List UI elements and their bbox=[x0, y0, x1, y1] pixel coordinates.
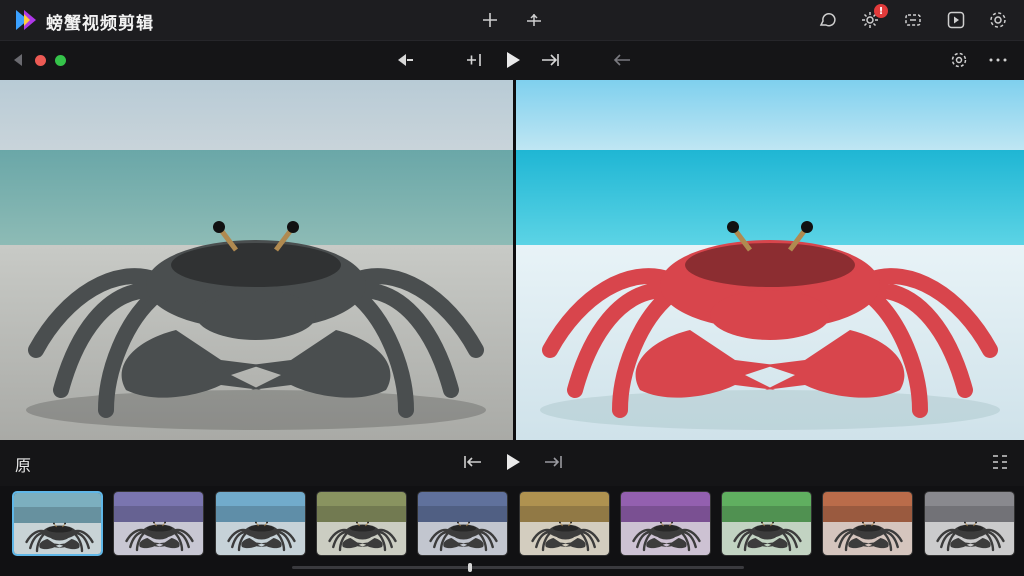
play-icon[interactable] bbox=[503, 49, 523, 71]
app-logo-icon bbox=[14, 8, 38, 32]
filter-thumbnail-3[interactable] bbox=[214, 491, 306, 556]
window-close-button[interactable] bbox=[35, 55, 46, 66]
filter-thumbnail-8[interactable] bbox=[721, 491, 813, 556]
next-frame-icon[interactable] bbox=[539, 50, 561, 70]
rewind-icon[interactable] bbox=[462, 452, 484, 472]
chat-icon[interactable] bbox=[816, 9, 838, 31]
filtered-preview[interactable] bbox=[516, 80, 1024, 440]
filter-scrollbar-thumb[interactable] bbox=[468, 563, 473, 572]
undo-icon[interactable] bbox=[611, 50, 633, 70]
gear-icon[interactable] bbox=[987, 9, 1009, 31]
filter-thumbnail-2[interactable] bbox=[113, 491, 205, 556]
settings-icon[interactable] bbox=[948, 50, 970, 70]
filter-thumbnail-9[interactable] bbox=[822, 491, 914, 556]
filter-thumbnail-5[interactable] bbox=[417, 491, 509, 556]
back-icon[interactable] bbox=[10, 51, 26, 69]
filter-thumbnail-10[interactable] bbox=[923, 491, 1015, 556]
more-icon[interactable] bbox=[987, 50, 1009, 70]
original-toggle-label[interactable]: 原 bbox=[15, 452, 31, 476]
add-icon[interactable] bbox=[480, 10, 500, 30]
app-title: 螃蟹视频剪辑 bbox=[46, 14, 154, 34]
list-icon[interactable] bbox=[989, 451, 1011, 473]
filter-thumbnail-7[interactable] bbox=[619, 491, 711, 556]
window-maximize-button[interactable] bbox=[55, 55, 66, 66]
filter-thumbnail-1[interactable] bbox=[12, 491, 103, 556]
insert-icon[interactable] bbox=[464, 50, 486, 70]
filter-scrollbar-track[interactable] bbox=[292, 566, 744, 569]
prev-frame-icon[interactable] bbox=[395, 50, 415, 70]
notification-badge: ! bbox=[874, 4, 888, 18]
forward-icon[interactable] bbox=[542, 452, 564, 472]
filter-thumbnail-6[interactable] bbox=[518, 491, 610, 556]
original-preview[interactable] bbox=[0, 80, 513, 440]
play-icon[interactable] bbox=[503, 451, 523, 473]
split-icon[interactable] bbox=[524, 10, 544, 30]
play-window-icon[interactable] bbox=[945, 9, 967, 31]
screen-record-icon[interactable] bbox=[902, 9, 924, 31]
filter-thumbnail-4[interactable] bbox=[315, 491, 407, 556]
